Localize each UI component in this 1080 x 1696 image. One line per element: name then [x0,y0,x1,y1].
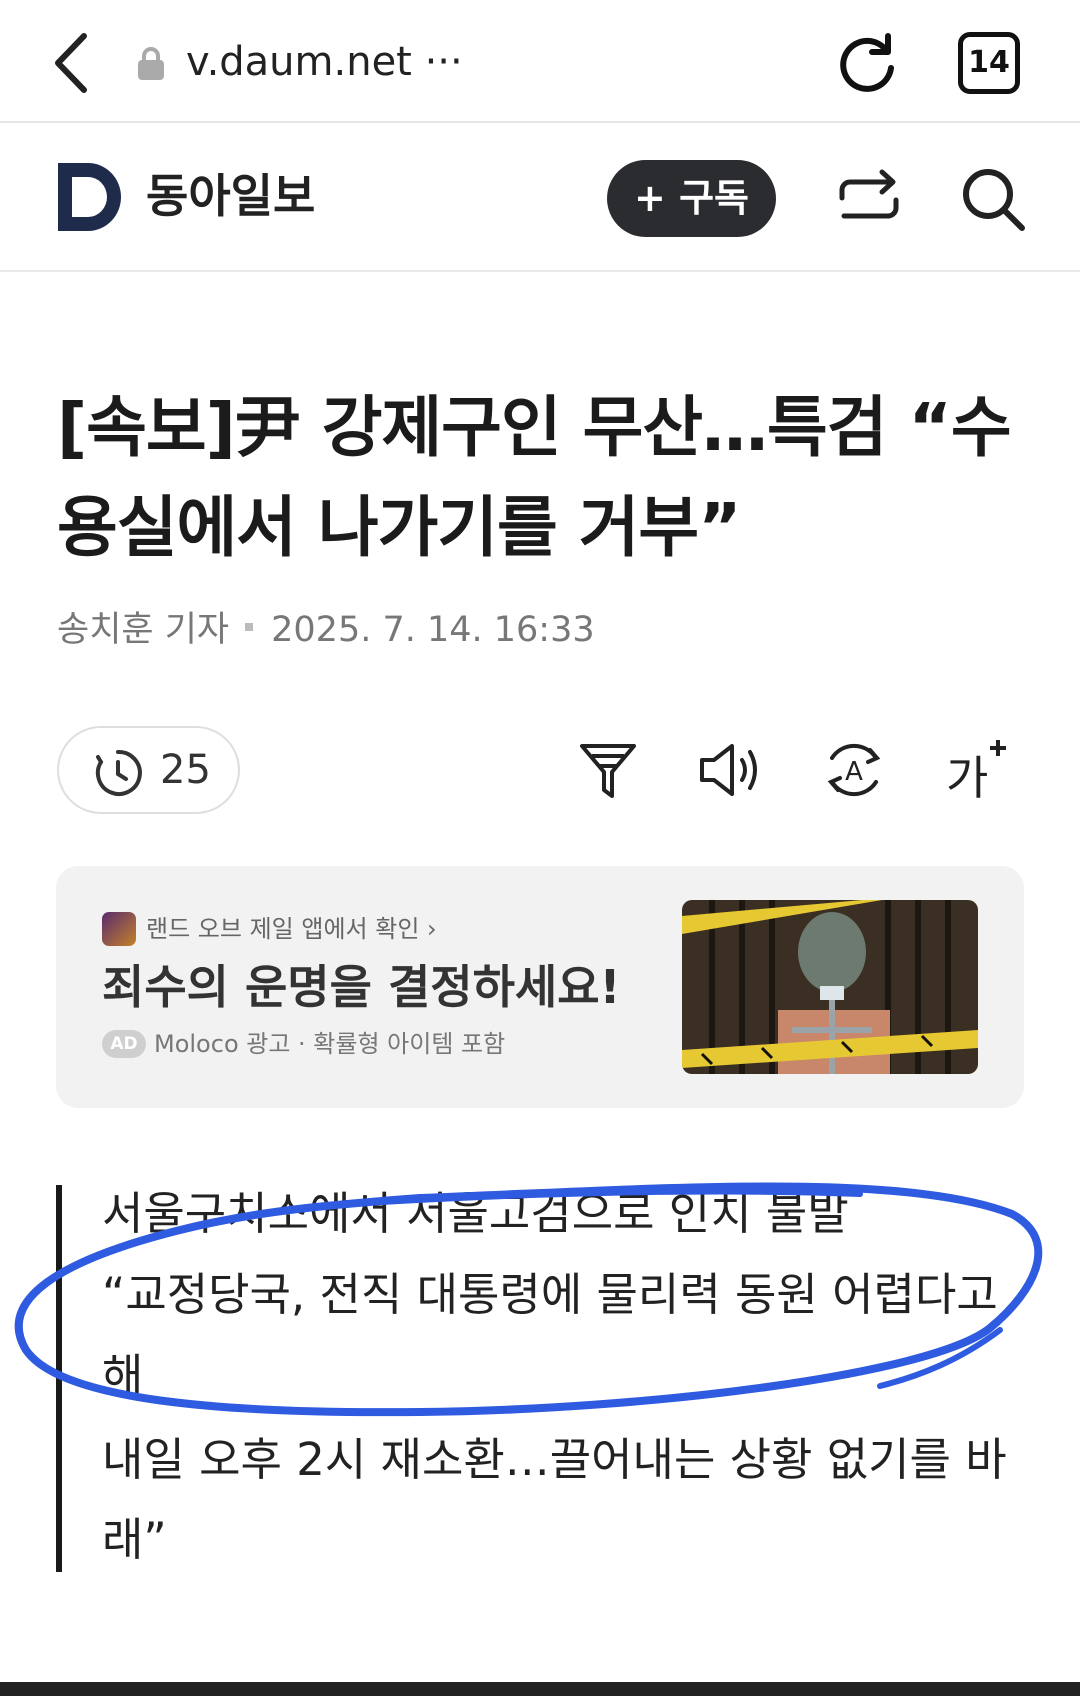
summary-line-2: “교정당국, 전직 대통령에 물리력 동원 어렵다고 [102,1268,998,1321]
svg-text:A: A [845,757,863,787]
back-arrow-icon[interactable] [48,28,98,98]
reading-time-badge[interactable]: 25 [57,726,240,814]
speaker-icon[interactable] [698,740,764,800]
font-size-glyph: 가 [946,751,988,804]
reload-icon[interactable] [832,28,902,98]
app-icon [102,912,136,946]
filter-icon[interactable] [578,740,638,802]
subscribe-button[interactable]: + 구독 [607,160,776,237]
summary-line-1: 서울구치소에서 서울고검으로 인치 불발 [102,1187,849,1240]
clock-icon [93,748,143,798]
author[interactable]: 송치훈 기자 [57,610,229,650]
search-icon[interactable] [960,166,1028,234]
byline: 송치훈 기자 2025. 7. 14. 16:33 [57,605,595,655]
ad-source-link[interactable]: 랜드 오브 제일 앱에서 확인 › [146,910,437,948]
ad-badge: AD [102,1030,146,1058]
font-size-icon[interactable]: 가 [946,736,1014,804]
ad-meta: Moloco 광고 · 확률형 아이템 포함 [154,1030,506,1058]
summary-line-5: 래” [102,1513,167,1566]
publisher-name[interactable]: 동아일보 [146,166,315,226]
tab-count-button[interactable]: 14 [958,32,1020,94]
donga-logo-icon[interactable] [58,163,124,231]
ad-image[interactable] [682,900,978,1074]
headline-line-2: 용실에서 나가기를 거부” [57,489,742,566]
summary-line-3: 해 [102,1349,144,1402]
quote-bar [56,1185,62,1572]
translate-icon[interactable]: A [822,738,886,802]
ad-banner[interactable]: 랜드 오브 제일 앱에서 확인 › 죄수의 운명을 결정하세요! AD Molo… [56,866,1024,1108]
bottom-edge [0,1682,1080,1696]
lock-icon [136,46,166,82]
url-field[interactable]: v.daum.net ··· [186,36,463,88]
headline-line-1: [속보]尹 강제구인 무산…특검 “수 [57,389,1012,466]
ad-title[interactable]: 죄수의 운명을 결정하세요! [102,956,621,1018]
article-headline: [속보]尹 강제구인 무산…특검 “수 용실에서 나가기를 거부” [57,378,1027,578]
reading-count: 25 [160,747,211,793]
publish-datetime: 2025. 7. 14. 16:33 [271,610,595,650]
share-icon[interactable] [836,168,902,230]
separator-dot [245,623,254,631]
summary-line-4: 내일 오후 2시 재소환…끌어내는 상황 없기를 바 [102,1433,1007,1486]
